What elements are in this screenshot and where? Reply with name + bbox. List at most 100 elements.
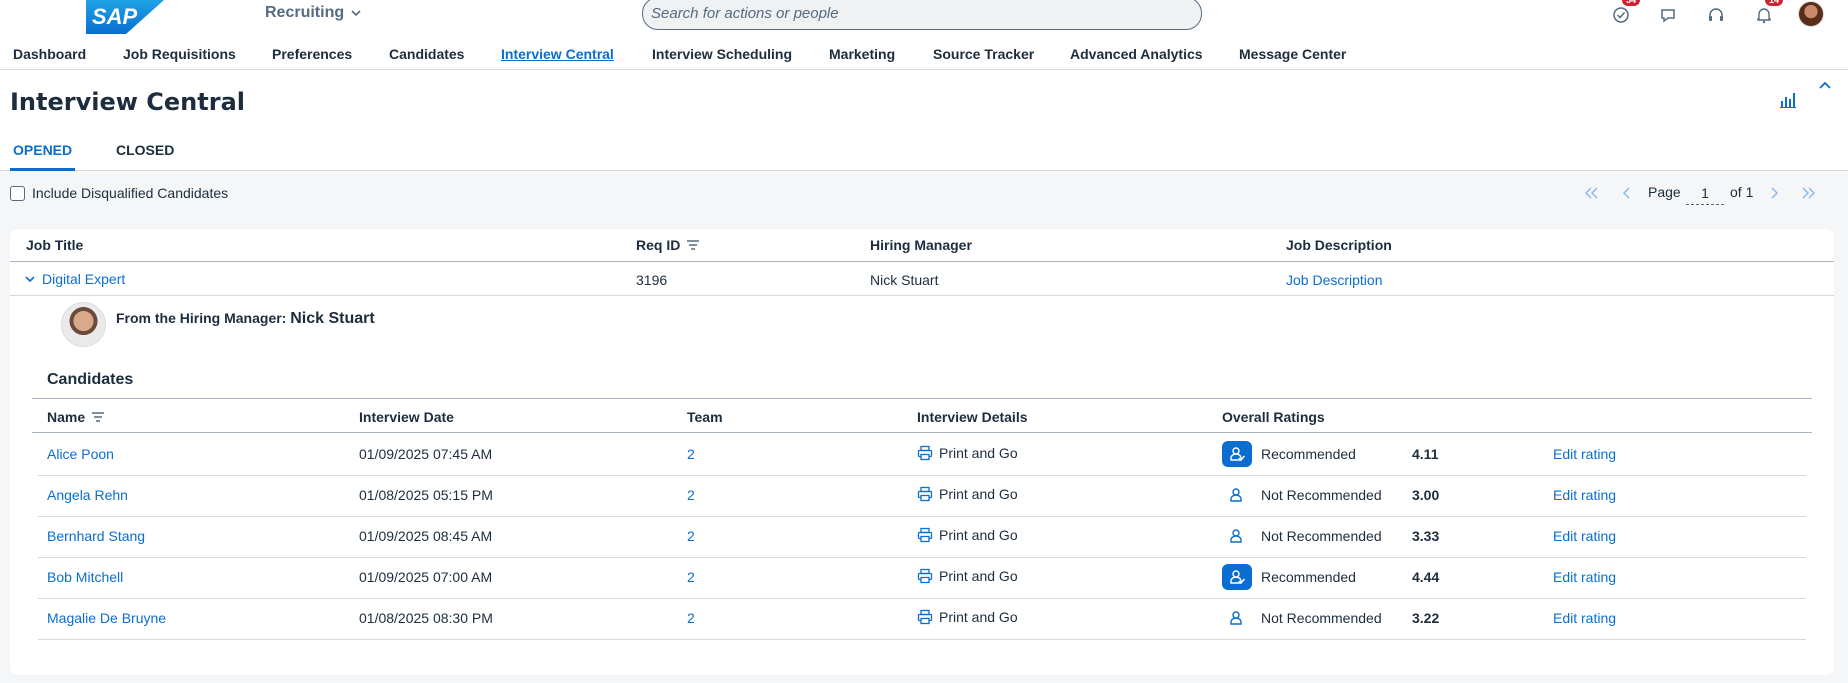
headset-icon (1709, 8, 1723, 21)
previous-page-icon[interactable] (1618, 184, 1636, 202)
row-divider (38, 475, 1806, 476)
edit-rating-link[interactable]: Edit rating (1553, 487, 1616, 503)
nav-interview-central[interactable]: Interview Central (501, 46, 614, 62)
req-id-value: 3196 (636, 272, 668, 288)
col-req-id-label: Req ID (636, 237, 681, 253)
team-count-link[interactable]: 2 (687, 528, 695, 544)
approvals-badge: 54 (1622, 0, 1641, 6)
interview-date: 01/08/2025 05:15 PM (359, 487, 493, 503)
print-and-go-label: Print and Go (939, 527, 1018, 543)
note-prefix: From the Hiring Manager: (116, 310, 287, 326)
approvals-button[interactable]: 54 (1608, 0, 1641, 28)
rating-score: 3.33 (1412, 528, 1440, 544)
chevron-up-icon[interactable] (1818, 78, 1832, 92)
sap-logo[interactable]: SAP (86, 0, 164, 34)
row-divider (38, 639, 1806, 640)
page-number-input[interactable] (1686, 181, 1724, 205)
notifications-badge: 14 (1765, 0, 1784, 6)
print-and-go-link[interactable]: Print and Go (917, 568, 1018, 584)
candidate-name-link[interactable]: Bernhard Stang (47, 528, 145, 544)
page-title: Interview Central (10, 88, 245, 116)
candidates-top-divider (32, 398, 1812, 399)
tab-closed[interactable]: CLOSED (116, 142, 174, 158)
print-and-go-link[interactable]: Print and Go (917, 527, 1018, 543)
edit-rating-link[interactable]: Edit rating (1553, 528, 1616, 544)
hiring-manager-photo (61, 302, 106, 347)
logo-text: SAP (92, 4, 138, 29)
next-page-icon[interactable] (1765, 184, 1783, 202)
rating-score: 3.00 (1412, 487, 1440, 503)
rating-text: Recommended (1261, 446, 1356, 462)
nav-advanced-analytics[interactable]: Advanced Analytics (1070, 46, 1203, 62)
rating-text: Not Recommended (1261, 528, 1382, 544)
first-page-icon[interactable] (1582, 184, 1600, 202)
page-header: Interview Central OPENED CLOSED (0, 70, 1848, 171)
nav-job-requisitions[interactable]: Job Requisitions (123, 46, 236, 62)
recommended-icon (1222, 564, 1252, 590)
job-row-toggle[interactable]: Digital Expert (24, 271, 125, 287)
col-job-description: Job Description (1286, 237, 1392, 253)
top-navigation: Dashboard Job Requisitions Preferences C… (0, 36, 1848, 70)
col-overall-ratings: Overall Ratings (1222, 409, 1325, 425)
app-title-menu[interactable]: Recruiting (265, 4, 362, 22)
recommended-icon (1222, 441, 1252, 467)
print-and-go-link[interactable]: Print and Go (917, 609, 1018, 625)
page-of-label: of 1 (1730, 184, 1754, 200)
include-disqualified-checkbox[interactable] (10, 186, 25, 201)
sort-icon (687, 240, 700, 250)
notifications-button[interactable]: 14 (1751, 0, 1784, 28)
rating-text: Recommended (1261, 569, 1356, 585)
last-page-icon[interactable] (1800, 184, 1818, 202)
hiring-manager-value: Nick Stuart (870, 272, 939, 288)
job-description-link[interactable]: Job Description (1286, 272, 1383, 288)
team-count-link[interactable]: 2 (687, 487, 695, 503)
page-label: Page (1648, 184, 1681, 200)
not-recommended-icon (1222, 605, 1252, 631)
feedback-button[interactable] (1655, 2, 1681, 28)
shell-header: SAP Recruiting Search for actions or peo… (0, 0, 1848, 36)
nav-source-tracker[interactable]: Source Tracker (933, 46, 1034, 62)
candidates-title: Candidates (47, 371, 134, 388)
col-req-id[interactable]: Req ID (636, 237, 700, 253)
nav-message-center[interactable]: Message Center (1239, 46, 1346, 62)
col-interview-date: Interview Date (359, 409, 454, 425)
bar-chart-icon[interactable] (1779, 91, 1797, 109)
col-hiring-manager: Hiring Manager (870, 237, 972, 253)
col-name-label: Name (47, 409, 86, 425)
row-divider (38, 516, 1806, 517)
team-count-link[interactable]: 2 (687, 446, 695, 462)
nav-preferences[interactable]: Preferences (272, 46, 352, 62)
col-name[interactable]: Name (47, 409, 105, 425)
tab-opened[interactable]: OPENED (13, 142, 72, 158)
candidate-name-link[interactable]: Alice Poon (47, 446, 114, 462)
user-avatar[interactable] (1798, 1, 1824, 27)
team-count-link[interactable]: 2 (687, 610, 695, 626)
search-input[interactable]: Search for actions or people (642, 0, 1202, 30)
interview-date: 01/09/2025 07:00 AM (359, 569, 493, 585)
note-manager-name: Nick Stuart (290, 310, 375, 327)
edit-rating-link[interactable]: Edit rating (1553, 610, 1616, 626)
candidate-name-link[interactable]: Bob Mitchell (47, 569, 123, 585)
nav-interview-scheduling[interactable]: Interview Scheduling (652, 46, 792, 62)
include-disqualified-label[interactable]: Include Disqualified Candidates (32, 185, 228, 201)
candidate-name-link[interactable]: Angela Rehn (47, 487, 128, 503)
support-button[interactable] (1703, 2, 1729, 28)
print-and-go-label: Print and Go (939, 568, 1018, 584)
rating-score: 4.11 (1412, 446, 1439, 462)
edit-rating-link[interactable]: Edit rating (1553, 569, 1616, 585)
chevron-down-icon (351, 10, 361, 17)
header-divider (10, 261, 1834, 262)
edit-rating-link[interactable]: Edit rating (1553, 446, 1616, 462)
nav-marketing[interactable]: Marketing (829, 46, 895, 62)
candidate-name-link[interactable]: Magalie De Bruyne (47, 610, 166, 626)
print-and-go-link[interactable]: Print and Go (917, 486, 1018, 502)
nav-dashboard[interactable]: Dashboard (13, 46, 86, 62)
nav-candidates[interactable]: Candidates (389, 46, 464, 62)
active-tab-indicator (10, 168, 75, 171)
team-count-link[interactable]: 2 (687, 569, 695, 585)
print-and-go-link[interactable]: Print and Go (917, 445, 1018, 461)
job-title-link[interactable]: Digital Expert (42, 271, 125, 287)
col-job-title: Job Title (26, 237, 84, 253)
search-placeholder: Search for actions or people (651, 5, 839, 22)
print-and-go-label: Print and Go (939, 486, 1018, 502)
